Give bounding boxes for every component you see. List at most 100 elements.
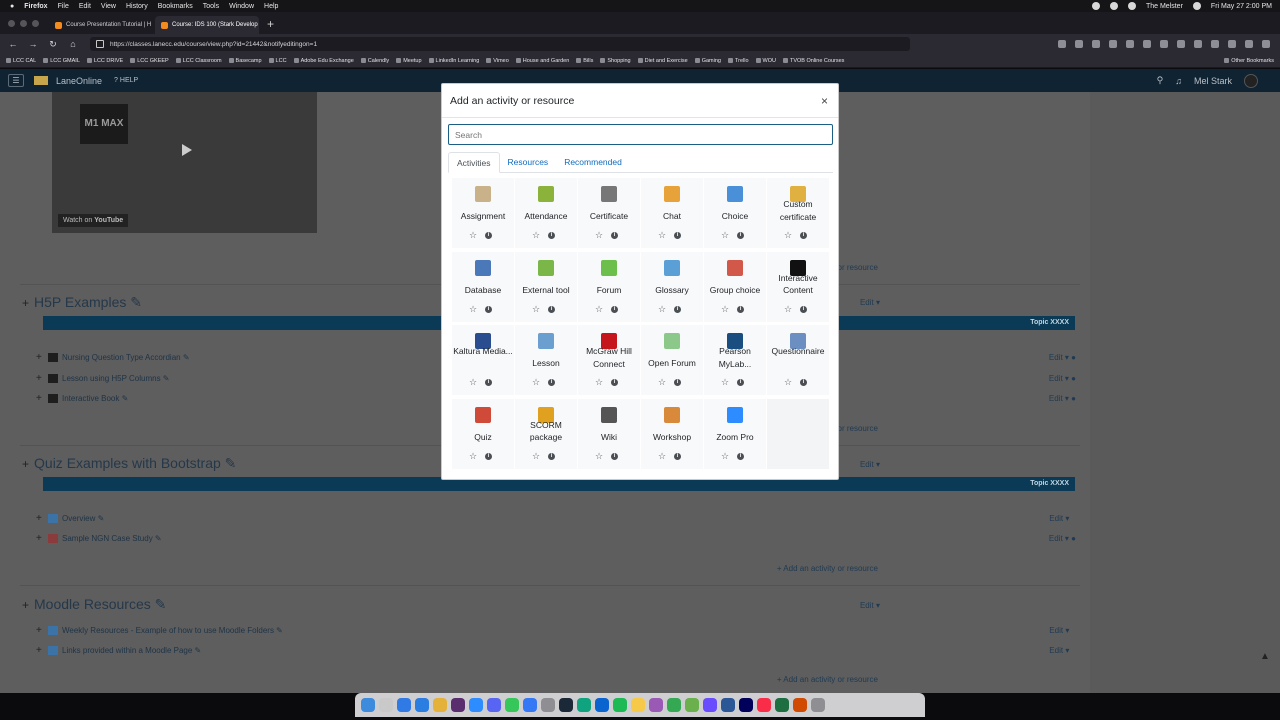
dock-music-icon[interactable] [757,698,771,712]
bookmark-item[interactable]: Diet and Exercise [638,58,688,64]
info-icon[interactable]: i [485,379,492,386]
extension-icon[interactable] [1109,40,1117,48]
bookmark-item[interactable]: LCC GKEEP [130,58,168,64]
activity-name[interactable]: Interactive Book [62,394,119,403]
activity-name[interactable]: Links provided within a Moodle Page [62,646,192,655]
browser-tab-active[interactable]: Course: IDS 100 (Stark Develop × [155,16,259,34]
dock-maps-icon[interactable] [667,698,681,712]
dock-messages-icon[interactable] [505,698,519,712]
star-icon[interactable]: ☆ [595,378,603,387]
expand-icon[interactable]: + [22,457,29,471]
dock-safari-icon[interactable] [415,698,429,712]
expand-icon[interactable]: + [36,625,48,636]
dock-launchpad-icon[interactable] [379,698,393,712]
dock-app-store-icon[interactable] [397,698,411,712]
browser-tab[interactable]: Course Presentation Tutorial | H × [49,16,153,34]
bookmark-item[interactable]: LCC Classroom [176,58,222,64]
star-icon[interactable]: ☆ [721,231,729,240]
status-icon[interactable] [1091,2,1100,10]
menu-window[interactable]: Window [229,3,254,10]
extension-icon[interactable] [1143,40,1151,48]
info-icon[interactable]: i [737,452,744,460]
activity-edit-menu[interactable]: Edit ▾ ● [1049,394,1076,403]
star-icon[interactable]: ☆ [469,378,477,387]
star-icon[interactable]: ☆ [721,378,729,387]
info-icon[interactable]: i [485,305,492,313]
star-icon[interactable]: ☆ [469,304,477,314]
dock-audition-icon[interactable] [739,698,753,712]
bookmark-item[interactable]: Basecamp [229,58,262,64]
expand-icon[interactable]: + [36,352,48,363]
info-icon[interactable]: i [800,305,807,313]
section-title[interactable]: + H5P Examples ✎ [22,294,142,311]
activity-option-forum[interactable]: Forum ☆ i [578,251,640,322]
info-icon[interactable]: i [548,379,555,386]
activity-row[interactable]: + Links provided within a Moodle Page ✎ Ed… [36,645,1076,656]
status-icon[interactable] [1109,2,1118,10]
activity-edit-menu[interactable]: Edit ▾ ● [1049,353,1076,362]
activity-edit-menu[interactable]: Edit ▾ [1049,514,1076,523]
info-icon[interactable]: i [548,305,555,313]
play-icon[interactable] [182,144,192,156]
dock-affinity-icon[interactable] [703,698,717,712]
activity-option-zoom-pro[interactable]: Zoom Pro ☆ i [704,398,766,469]
star-icon[interactable]: ☆ [532,378,540,387]
menu-help[interactable]: Help [264,3,278,10]
new-tab-button[interactable]: + [267,17,274,34]
expand-icon[interactable]: + [36,393,48,404]
expand-icon[interactable]: + [22,296,29,310]
dock-finder-icon[interactable] [361,698,375,712]
pocket-icon[interactable] [1075,40,1083,48]
help-menu[interactable]: ? HELP [114,77,138,84]
section-edit-menu[interactable]: Edit ▾ [860,601,880,610]
extension-icon[interactable] [1211,40,1219,48]
activity-name[interactable]: Overview [62,514,95,523]
activity-option-group-choice[interactable]: Group choice ☆ i [704,251,766,322]
dock-zoom-icon[interactable] [469,698,483,712]
star-icon[interactable]: ☆ [532,231,540,240]
expand-icon[interactable]: + [36,373,48,384]
activity-option-wiki[interactable]: Wiki ☆ i [578,398,640,469]
activity-option-database[interactable]: Database ☆ i [452,251,514,322]
expand-icon[interactable]: + [22,598,29,612]
activity-name[interactable]: Sample NGN Case Study [62,534,153,543]
activity-option-certificate[interactable]: Certificate ☆ i [578,178,640,248]
bookmark-item[interactable]: Vimeo [486,58,509,64]
star-icon[interactable]: ☆ [784,378,792,387]
bookmark-item[interactable]: Gaming [695,58,721,64]
info-icon[interactable]: i [674,305,681,313]
dock-settings-icon[interactable] [541,698,555,712]
user-name[interactable]: Mel Stark [1194,76,1232,86]
section-title[interactable]: + Moodle Resources ✎ [22,596,166,613]
add-activity-link[interactable]: + Add an activity or resource [777,675,878,684]
expand-icon[interactable]: + [36,513,48,524]
info-icon[interactable]: i [800,232,807,239]
star-icon[interactable]: ☆ [721,451,729,461]
activity-option-pearson-mylab[interactable]: Pearson MyLab... ☆ i [704,325,766,395]
menu-hamburger-icon[interactable] [1262,40,1270,48]
dock-excel-icon[interactable] [775,698,789,712]
dock-spotify-icon[interactable] [613,698,627,712]
menubar-user[interactable]: The Melster [1146,3,1183,10]
url-bar[interactable]: https://classes.lanecc.edu/course/view.p… [90,37,910,51]
info-icon[interactable]: i [674,452,681,460]
dock-chrome-icon[interactable] [433,698,447,712]
avatar[interactable] [1244,73,1258,88]
extension-icon[interactable] [1228,40,1236,48]
activity-option-external-tool[interactable]: External tool ☆ i [515,251,577,322]
bookmark-item[interactable]: LCC CAL [6,58,36,64]
section-edit-menu[interactable]: Edit ▾ [860,298,880,307]
menu-view[interactable]: View [101,3,116,10]
dock-notes-icon[interactable] [631,698,645,712]
bookmark-item[interactable]: House and Garden [516,58,569,64]
info-icon[interactable]: i [485,232,492,239]
menu-tools[interactable]: Tools [203,3,219,10]
site-logo[interactable] [34,76,48,85]
extension-icon[interactable] [1245,40,1253,48]
star-icon[interactable]: ☆ [658,304,666,314]
dock-word-icon[interactable] [721,698,735,712]
star-icon[interactable]: ☆ [469,231,477,240]
star-icon[interactable]: ☆ [532,304,540,314]
menu-firefox[interactable]: Firefox [24,3,47,10]
dock-trash-icon[interactable] [811,698,825,712]
